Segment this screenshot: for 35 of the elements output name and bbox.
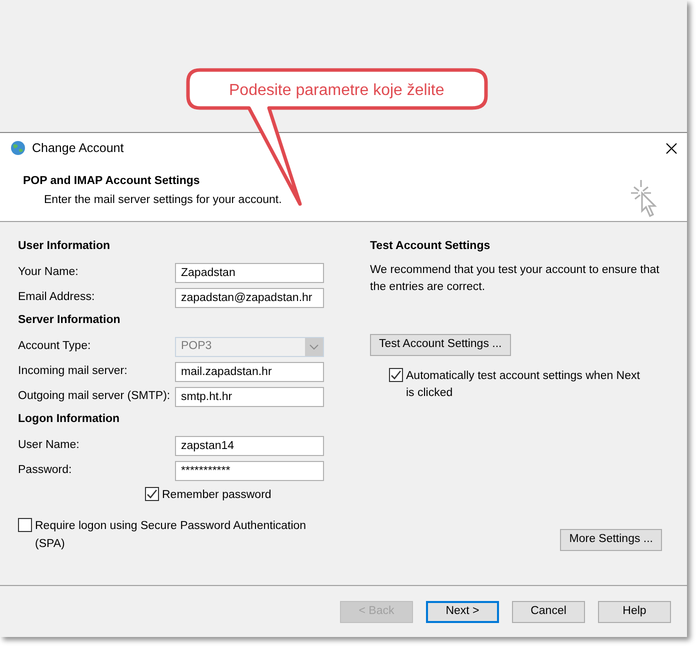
checkbox[interactable] [145,487,159,501]
field-label: Outgoing mail server (SMTP): [18,388,172,404]
section-heading: Server Information [18,313,122,328]
checkbox[interactable] [18,518,32,532]
input-field[interactable]: smtp.ht.hr [175,386,324,406]
field-label: Password: [18,462,73,478]
input-field[interactable]: mail.zapadstan.hr [175,362,324,382]
field-label: User Name: [18,438,80,453]
dialog-button[interactable]: Help [598,600,671,622]
section-heading: Logon Information [18,412,121,427]
dialog-heading: POP and IMAP Account Settings [23,175,201,189]
close-button[interactable] [666,142,677,154]
field-label: Account Type: [18,338,92,354]
callout-text: Podesite parametre koje želite [229,81,444,101]
checkbox-label: Require logon using Secure Password Authentication (SPA) [35,519,308,552]
description-text: We recommend that you test your account to ensure that the entries are correct. [370,263,660,296]
section-heading: User Information [18,239,112,254]
input-field[interactable]: zapadstan@zapadstan.hr [175,288,324,308]
dialog-subtitle: Enter the mail server settings for your account. [43,192,282,208]
input-field[interactable]: *********** [175,460,324,480]
field-label: Your Name: [18,264,80,280]
dialog-button[interactable]: Next > [426,600,499,622]
field-label: Incoming mail server: [18,364,128,379]
field-label: Email Address: [18,290,96,305]
checkbox-label: Automatically test account settings when Next is clicked [406,368,641,401]
checkbox[interactable] [389,368,403,382]
checkbox-label: Remember password [162,488,272,503]
globe-icon [10,140,26,156]
test-settings-button[interactable]: Test Account Settings ... [370,334,511,356]
section-heading: Test Account Settings [370,239,492,254]
input-field[interactable]: Zapadstan [175,262,324,282]
dialog-button[interactable]: Cancel [512,600,585,622]
window-title: Change Account [32,140,124,157]
input-field[interactable]: zapstan14 [175,436,324,456]
more-settings-button[interactable]: More Settings ... [560,529,662,551]
